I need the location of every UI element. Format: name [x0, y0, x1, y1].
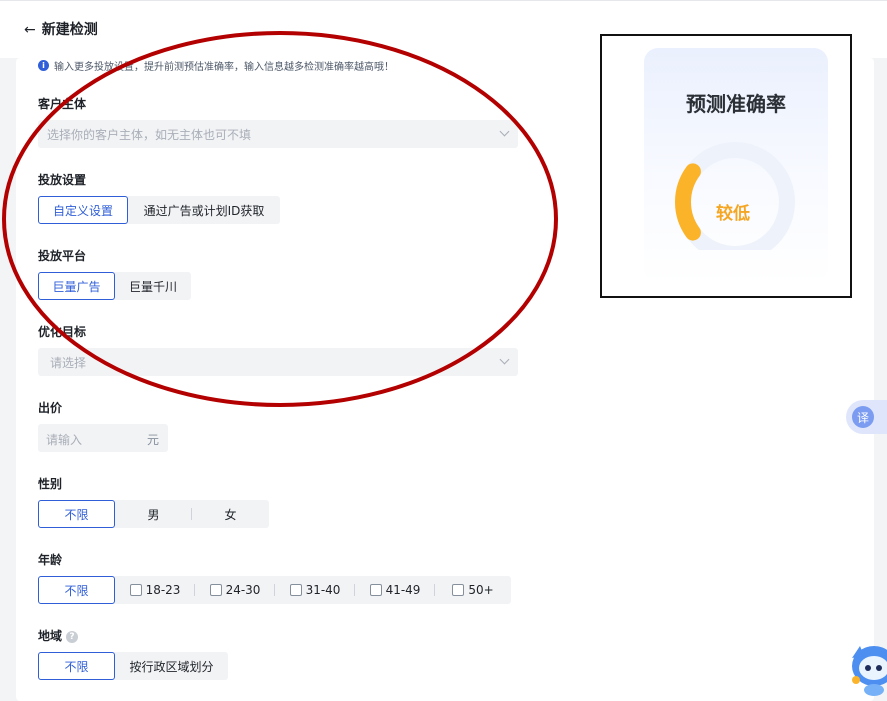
checkbox-icon [369, 584, 382, 596]
platform-option-juliang-ads[interactable]: 巨量广告 [38, 272, 115, 300]
gender-segmented: 不限 男 女 [38, 500, 269, 528]
back-button[interactable]: ← 新建检测 [24, 21, 98, 39]
age-label: 年龄 [38, 553, 63, 567]
age-option-18-23[interactable]: 18-23 [115, 576, 195, 604]
region-segmented: 不限 按行政区域划分 [38, 652, 228, 680]
chevron-down-icon [499, 126, 510, 137]
client-placeholder: 选择你的客户主体，如无主体也可不填 [47, 127, 252, 142]
platform-segmented: 巨量广告 巨量千川 [38, 272, 191, 300]
optimization-goal-select[interactable]: 请选择 [38, 348, 518, 376]
arrow-left-icon: ← [24, 22, 36, 38]
age-option-50-plus[interactable]: 50+ [435, 576, 511, 604]
translate-button[interactable]: 译 [846, 400, 887, 434]
question-icon[interactable]: ? [66, 630, 79, 643]
gender-option-female[interactable]: 女 [192, 500, 269, 528]
region-option-any[interactable]: 不限 [38, 652, 115, 680]
prediction-card: 预测准确率 较低 [644, 48, 828, 284]
age-segmented: 不限 18-23 24-30 31-40 41-49 50+ [38, 576, 511, 604]
gender-option-male[interactable]: 男 [115, 500, 192, 528]
platform-option-juliang-qianchuan[interactable]: 巨量千川 [115, 272, 191, 300]
bid-input[interactable]: 请输入 元 [38, 424, 168, 452]
tip-text: 输入更多投放设置，提升前测预估准确率，输入信息越多检测准确率越高哦！ [54, 62, 394, 73]
prediction-title: 预测准确率 [686, 92, 786, 116]
delivery-setting-label: 投放设置 [38, 173, 87, 187]
delivery-setting-segmented: 自定义设置 通过广告或计划ID获取 [38, 196, 280, 224]
bid-unit: 元 [146, 433, 159, 447]
accuracy-level: 较低 [716, 204, 750, 224]
age-option-18-23-label: 18-23 [145, 583, 181, 597]
optimization-goal-placeholder: 请选择 [50, 355, 87, 370]
region-label-text: 地域 [38, 629, 63, 643]
region-label: 地域? [38, 627, 79, 644]
checkbox-icon [129, 584, 142, 596]
age-option-any[interactable]: 不限 [38, 576, 115, 604]
optimization-goal-label: 优化目标 [38, 325, 87, 339]
chevron-down-icon [499, 354, 510, 365]
checkbox-icon [209, 584, 222, 596]
info-icon: i [38, 60, 49, 71]
platform-label: 投放平台 [38, 249, 87, 263]
gauge-fill [675, 163, 701, 241]
gender-option-male-label: 男 [147, 507, 160, 522]
client-label: 客户主体 [38, 97, 87, 111]
age-option-41-49[interactable]: 41-49 [355, 576, 435, 604]
checkbox-icon [452, 584, 465, 596]
prediction-panel: 预测准确率 较低 [600, 34, 852, 298]
age-option-24-30-label: 24-30 [225, 583, 261, 597]
bid-placeholder: 请输入 [46, 433, 83, 447]
assistant-mascot-icon[interactable] [846, 634, 887, 698]
checkbox-icon [289, 584, 302, 596]
gender-label: 性别 [38, 477, 63, 491]
delivery-option-custom[interactable]: 自定义设置 [38, 196, 128, 224]
age-option-50-plus-label: 50+ [468, 583, 494, 597]
delivery-option-by-id[interactable]: 通过广告或计划ID获取 [128, 196, 280, 224]
region-option-by-admin-area[interactable]: 按行政区域划分 [115, 652, 228, 680]
age-option-31-40[interactable]: 31-40 [275, 576, 355, 604]
client-select[interactable]: 选择你的客户主体，如无主体也可不填 [38, 120, 518, 148]
age-option-41-49-label: 41-49 [385, 583, 421, 597]
translate-label: 译 [852, 406, 874, 428]
age-option-31-40-label: 31-40 [305, 583, 341, 597]
page-title: 新建检测 [41, 22, 98, 38]
age-option-24-30[interactable]: 24-30 [195, 576, 275, 604]
tip-banner: i 输入更多投放设置，提升前测预估准确率，输入信息越多检测准确率越高哦！ [38, 58, 394, 73]
bid-label: 出价 [38, 401, 63, 415]
accuracy-gauge [675, 142, 795, 250]
gender-option-any[interactable]: 不限 [38, 500, 115, 528]
